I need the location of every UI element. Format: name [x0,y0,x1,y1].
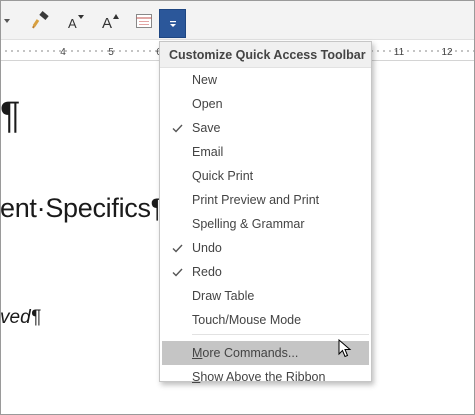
menu-item[interactable]: Draw Table [160,284,371,308]
dropdown-arrow-icon[interactable] [0,8,20,34]
customize-qat-menu: Customize Quick Access Toolbar New Open Sa… [159,41,372,384]
menu-item-label: Spelling & Grammar [192,217,305,231]
decrease-font-size-icon[interactable]: A [62,8,88,34]
menu-item-label: Quick Print [192,169,254,183]
menu-item-label: New [192,73,218,87]
menu-item[interactable]: New [160,68,371,92]
menu-item[interactable]: Undo [160,236,371,260]
menu-item[interactable]: Open [160,92,371,116]
checkmark-icon [170,236,184,260]
checkmark-icon [170,116,184,140]
format-painter-icon[interactable] [28,8,54,34]
menu-item-label: Redo [192,265,222,279]
menu-item-label: Print Preview and Print [192,193,320,207]
menu-item-label: Email [192,145,224,159]
svg-text:A: A [68,16,77,31]
ruler-number: 4 [60,47,66,58]
ruler-number: 5 [108,47,114,58]
heading-text[interactable]: ent·Specifics¶ [0,192,165,224]
menu-item[interactable]: Email [160,140,371,164]
menu-item[interactable]: Touch/Mouse Mode [160,308,371,332]
quick-access-toolbar: A A [0,0,475,40]
ruler-number: 11 [394,47,405,58]
customize-qat-dropdown-icon[interactable] [159,9,186,38]
menu-item[interactable]: Redo [160,260,371,284]
menu-item-label: Touch/Mouse Mode [192,313,302,327]
menu-item-label: Undo [192,241,222,255]
menu-item-label: Draw Table [192,289,255,303]
menu-item-list: New Open Save Email Quick Print Print Preview… [160,68,371,335]
mouse-cursor-icon [338,339,352,358]
menu-item-label: Save [192,121,221,135]
menu-title: Customize Quick Access Toolbar [160,42,371,68]
menu-item[interactable]: Quick Print [160,164,371,188]
table-icon[interactable] [131,8,157,34]
menu-item[interactable]: Spelling & Grammar [160,212,371,236]
ruler-number: 12 [441,47,453,58]
show-above-ribbon-item[interactable]: Show Above the Ribbon [160,365,371,389]
menu-separator [192,334,369,335]
more-commands-label: More Commands... [192,346,299,360]
menu-item-label: Open [192,97,223,111]
checkmark-icon [170,260,184,284]
menu-item[interactable]: Print Preview and Print [160,188,371,212]
svg-text:A: A [102,15,112,31]
menu-item[interactable]: Save [160,116,371,140]
paragraph-mark[interactable]: ¶ [0,94,20,138]
italic-text[interactable]: ved¶ [0,306,41,330]
show-above-ribbon-label: Show Above the Ribbon [192,370,326,384]
increase-font-size-icon[interactable]: A [97,8,123,34]
